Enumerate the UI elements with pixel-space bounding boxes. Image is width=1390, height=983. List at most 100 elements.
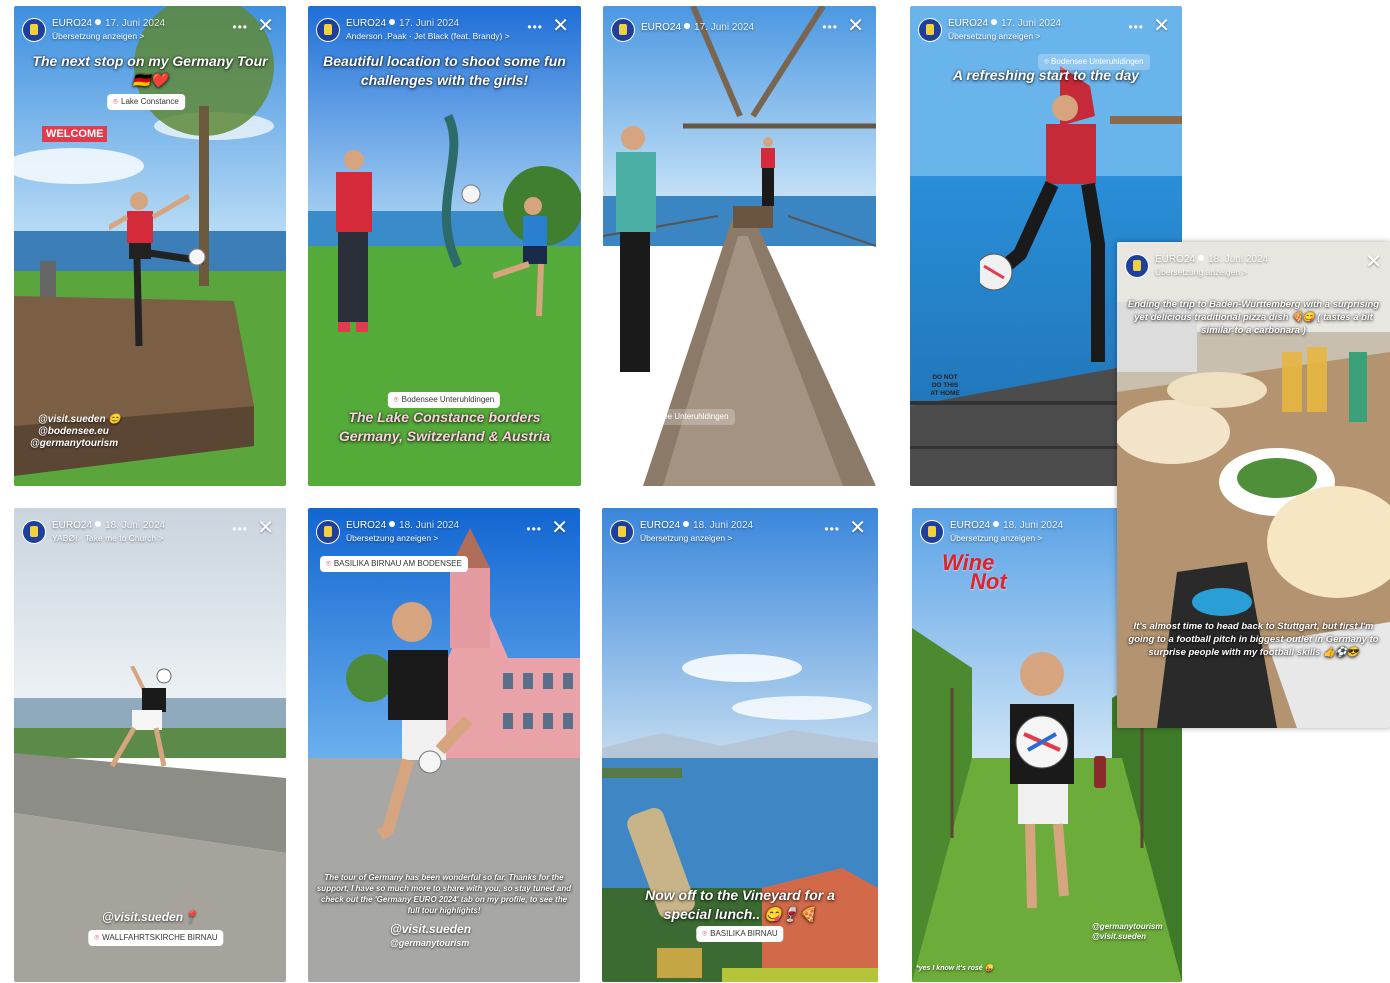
verified-icon [991,19,998,25]
translation-link[interactable]: Übersetzung anzeigen > [640,533,732,543]
account-name[interactable]: EURO24 [346,520,386,531]
story-card-3[interactable]: EURO24 17. Juni 2024 ••• ✕ ⌾ Bodensee Unt… [603,6,876,486]
euro24-avatar[interactable] [22,520,46,544]
mention-handle[interactable]: @germanytourism [390,938,469,948]
translation-link[interactable]: Übersetzung anzeigen > [1155,267,1247,277]
verified-icon [1198,255,1205,261]
mention-handle[interactable]: @visit.sueden [1092,932,1146,941]
location-sticker[interactable]: ⌾ Bodensee Unteruhldingen [623,409,735,425]
location-sticker[interactable]: ⌾ Bodensee Unteruhldingen [387,392,501,408]
euro24-avatar[interactable] [22,18,46,42]
euro24-avatar[interactable] [611,18,635,42]
player-figure [608,124,668,399]
story-date: 18. Juni 2024 [399,520,460,531]
location-sticker[interactable]: ⌾ BASILIKA BIRNAU [696,926,784,942]
more-options-icon[interactable]: ••• [232,20,248,34]
story-card-2[interactable]: EURO24 17. Juni 2024 Anderson .Paak · Jet… [308,6,581,486]
euro24-avatar[interactable] [316,520,340,544]
mention-handle[interactable]: @visit.sueden [390,922,471,936]
close-icon[interactable]: ✕ [551,518,568,538]
player-figure [980,646,1120,931]
account-name[interactable]: EURO24 [1155,254,1195,265]
translation-link[interactable]: Übersetzung anzeigen > [948,31,1040,41]
wine-not-sticker: Wine Not [942,552,1007,593]
verified-icon [993,521,1000,527]
account-name[interactable]: EURO24 [346,18,386,29]
account-name[interactable]: EURO24 [948,18,988,29]
euro24-avatar[interactable] [316,18,340,42]
location-label: Bodensee Unteruhldingen [1051,57,1144,66]
euro24-avatar[interactable] [1125,254,1149,278]
more-options-icon[interactable]: ••• [527,20,543,34]
location-label: Lake Constance [120,97,179,106]
verified-icon [684,23,691,29]
close-icon[interactable]: ✕ [847,16,864,36]
location-sticker[interactable]: ⌾ WALLFAHRTSKIRCHE BIRNAU [88,930,224,946]
player-figure [368,600,478,875]
story-header: EURO24 17. Juni 2024 ••• ✕ [611,16,868,50]
euro24-avatar[interactable] [918,18,942,42]
close-icon[interactable]: ✕ [257,16,274,36]
more-options-icon[interactable]: ••• [232,522,248,536]
story-header: EURO24 17. Juni 2024 Übersetzung anzeigen… [22,16,278,50]
mention-handle[interactable]: @germanytourism [30,438,118,449]
euro24-avatar[interactable] [920,520,944,544]
close-icon[interactable]: ✕ [552,16,569,36]
warning-sticker: DO NOT DO THIS AT HOME [930,374,960,397]
story-card-1[interactable]: EURO24 17. Juni 2024 Übersetzung anzeigen… [14,6,286,486]
welcome-badge: WELCOME [42,126,108,142]
mention-handle[interactable]: @germanytourism [1092,922,1162,931]
story-caption: Now off to the Vineyard for a special lu… [645,887,835,922]
close-icon[interactable]: ✕ [1365,252,1382,272]
close-icon[interactable]: ✕ [257,518,274,538]
mention-handle[interactable]: @visit.sueden 😊 [38,414,121,425]
story-card-5[interactable]: EURO24 18. Juni 2024 Übersetzung anzeigen… [1117,242,1390,728]
footnote-text: *yes I know it's rosé 😜 [916,965,994,972]
location-sticker[interactable]: ⌾ Lake Constance [107,94,185,110]
euro24-avatar[interactable] [610,520,634,544]
more-options-icon[interactable]: ••• [526,522,542,536]
account-name[interactable]: EURO24 [52,18,92,29]
story-card-6[interactable]: EURO24 18. Juni 2024 YABØI · Take me to C… [14,508,286,982]
more-options-icon[interactable]: ••• [822,20,838,34]
more-options-icon[interactable]: ••• [824,522,840,536]
player-figure [753,136,783,216]
story-card-8[interactable]: EURO24 18. Juni 2024 Übersetzung anzeigen… [602,508,878,982]
location-label: BASILIKA BIRNAU [710,929,778,938]
player-figure [975,94,1140,389]
story-caption: It's almost time to head back to Stuttga… [1128,621,1379,658]
player-figure [102,665,192,781]
translation-link[interactable]: Übersetzung anzeigen > [950,533,1042,543]
account-name[interactable]: EURO24 [641,22,681,33]
location-pin-icon: ⌾ [1044,57,1052,66]
location-label: Bodensee Unteruhldingen [401,395,495,404]
story-caption: A refreshing start to the day [952,67,1140,83]
story-date: 18. Juni 2024 [1003,520,1064,531]
mention-handle[interactable]: @visit.sueden📍 [102,910,198,924]
location-pin-icon: ⌾ [94,933,100,942]
location-sticker[interactable]: ⌾ BASILIKA BIRNAU AM BODENSEE [320,556,468,572]
story-header: EURO24 17. Juni 2024 Anderson .Paak · Jet… [316,16,573,50]
story-date: 17. Juni 2024 [1001,18,1062,29]
account-name[interactable]: EURO24 [640,520,680,531]
story-date: 18. Juni 2024 [1208,254,1269,265]
account-name[interactable]: EURO24 [950,520,990,531]
account-name[interactable]: EURO24 [52,520,92,531]
close-icon[interactable]: ✕ [849,518,866,538]
story-date: 17. Juni 2024 [105,18,166,29]
story-card-7[interactable]: EURO24 18. Juni 2024 Übersetzung anzeigen… [308,508,580,982]
verified-icon [95,19,102,25]
story-header: EURO24 18. Juni 2024 Übersetzung anzeigen… [1125,252,1382,286]
verified-icon [683,521,690,527]
music-link[interactable]: YABØI · Take me to Church > [52,533,163,543]
music-link[interactable]: Anderson .Paak · Jet Black (feat. Brandy… [346,31,510,41]
story-caption: Ending the trip to Baden-Württemberg wit… [1127,299,1380,336]
mention-handle[interactable]: @bodensee.eu [38,426,109,437]
more-options-icon[interactable]: ••• [1128,20,1144,34]
location-pin-icon: ⌾ [393,395,399,404]
story-caption: The Lake Constance borders Germany, Swit… [338,409,551,444]
close-icon[interactable]: ✕ [1153,16,1170,36]
story-caption: The tour of Germany has been wonderful s… [316,873,572,915]
translation-link[interactable]: Übersetzung anzeigen > [52,31,144,41]
translation-link[interactable]: Übersetzung anzeigen > [346,533,438,543]
